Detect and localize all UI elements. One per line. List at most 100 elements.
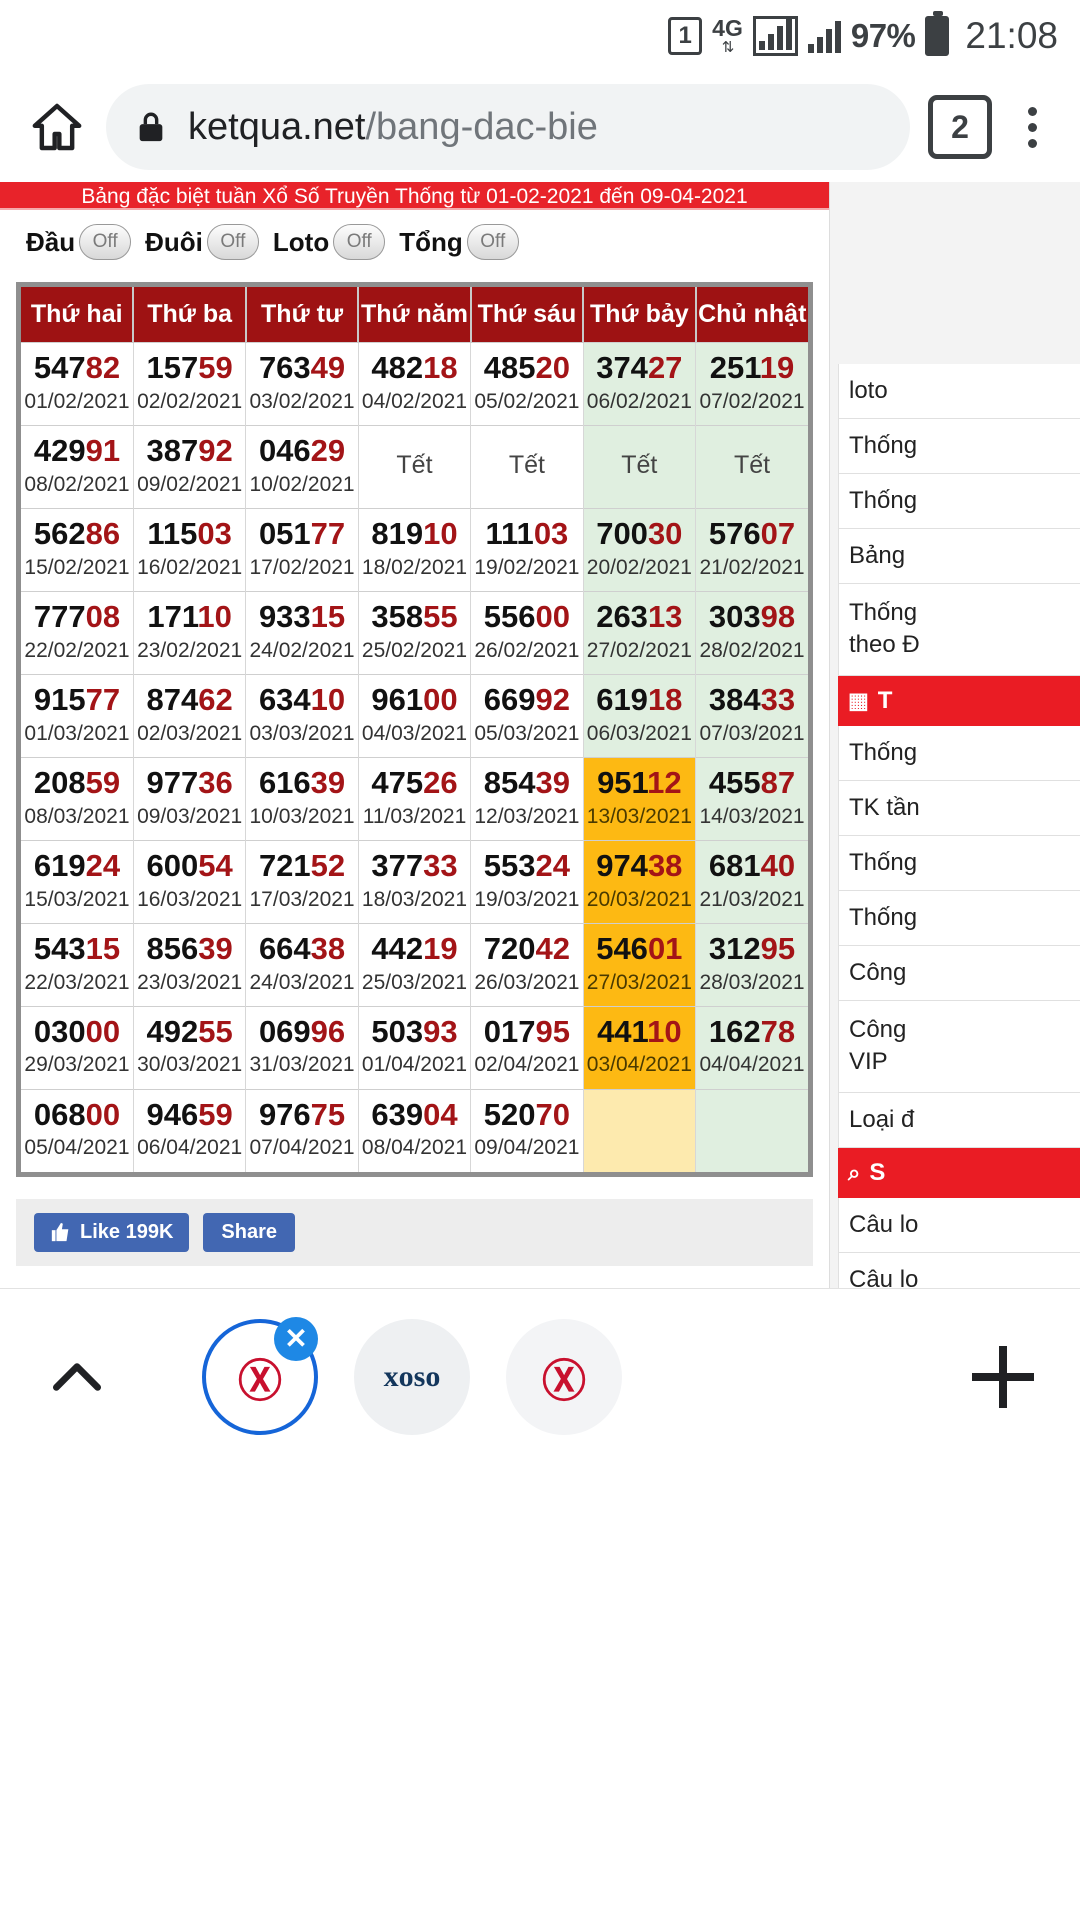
result-cell[interactable]: 70030 20/02/2021	[583, 507, 697, 592]
result-cell[interactable]: 63410 03/03/2021	[245, 673, 359, 758]
app-ketqua-active[interactable]: Ⓧ ✕	[202, 1316, 318, 1435]
result-cell[interactable]: 48520 05/02/2021	[470, 342, 584, 426]
result-cell[interactable]: 30398 28/02/2021	[695, 590, 808, 675]
result-cell[interactable]: 06800 05/04/2021	[21, 1088, 134, 1172]
result-cell[interactable]: 54315 22/03/2021	[21, 922, 134, 1007]
chevron-up-icon[interactable]	[46, 1346, 108, 1408]
result-cell[interactable]: 37427 06/02/2021	[583, 342, 697, 426]
result-cell[interactable]: 56286 15/02/2021	[21, 507, 134, 592]
result-cell[interactable]: 01795 02/04/2021	[470, 1005, 584, 1090]
result-cell[interactable]: 61918 06/03/2021	[583, 673, 697, 758]
result-cell[interactable]: 11103 19/02/2021	[470, 507, 584, 592]
result-cell[interactable]: 03000 29/03/2021	[21, 1005, 134, 1090]
sidebar-item-b6[interactable]: Loại đ	[838, 1092, 1080, 1148]
toggle-switch-tong[interactable]: Off	[466, 224, 519, 260]
result-cell[interactable]: 77708 22/02/2021	[21, 590, 134, 675]
result-cell[interactable]: 42991 08/02/2021	[21, 424, 134, 509]
sidebar-item-b5[interactable]: Công VIP	[838, 1000, 1080, 1093]
result-cell[interactable]: 04629 10/02/2021	[245, 424, 359, 509]
toggle-switch-dau[interactable]: Off	[79, 224, 132, 260]
result-cell[interactable]: 61639 10/03/2021	[245, 756, 359, 841]
result-cell[interactable]: 66438 24/03/2021	[245, 922, 359, 1007]
sidebar-item-a2[interactable]: Bảng	[838, 529, 1080, 584]
result-cell[interactable]: 97438 20/03/2021	[583, 839, 697, 924]
app-ketqua2[interactable]: Ⓧ	[506, 1318, 622, 1435]
result-cell[interactable]: 37733 18/03/2021	[358, 839, 472, 924]
sidebar-item-c0[interactable]: Câu lo	[838, 1197, 1080, 1253]
toggle-switch-loto[interactable]: Off	[333, 224, 386, 260]
result-cell[interactable]: 06996 31/03/2021	[245, 1005, 359, 1090]
result-cell[interactable]: 97736 09/03/2021	[133, 756, 247, 841]
facebook-share-button[interactable]: Share	[203, 1212, 295, 1252]
sidebar-item-a0[interactable]: Thống	[838, 419, 1080, 474]
result-cell[interactable]: 54782 01/02/2021	[21, 342, 134, 426]
result-cell[interactable]: 16278 04/04/2021	[695, 1005, 808, 1090]
result-cell[interactable]: 72152 17/03/2021	[245, 839, 359, 924]
result-cell[interactable]: 85439 12/03/2021	[470, 756, 584, 841]
result-cell[interactable]: Tết	[695, 424, 808, 509]
result-cell[interactable]: 15759 02/02/2021	[133, 342, 247, 426]
result-cell[interactable]: 48218 04/02/2021	[358, 342, 472, 426]
result-cell[interactable]: 26313 27/02/2021	[583, 590, 697, 675]
tab-counter-button[interactable]: 2	[928, 95, 992, 159]
result-cell[interactable]: Tết	[583, 424, 697, 509]
result-cell[interactable]: Tết	[358, 424, 472, 509]
sidebar-item-b4[interactable]: Công	[838, 945, 1080, 1001]
result-cell[interactable]: 95112 13/03/2021	[583, 756, 697, 841]
result-cell[interactable]: 57607 21/02/2021	[695, 507, 808, 592]
sidebar-item-loto[interactable]: loto	[838, 364, 1080, 419]
result-cell[interactable]: 38433 07/03/2021	[695, 673, 808, 758]
result-cell[interactable]: 55600 26/02/2021	[470, 590, 584, 675]
result-cell[interactable]: 68140 21/03/2021	[695, 839, 808, 924]
result-cell[interactable]: 61924 15/03/2021	[21, 839, 134, 924]
result-cell[interactable]: 94659 06/04/2021	[133, 1088, 247, 1172]
result-cell[interactable]: 44110 03/04/2021	[583, 1005, 697, 1090]
sidebar-item-b3[interactable]: Thống	[838, 890, 1080, 946]
result-cell[interactable]: 60054 16/03/2021	[133, 839, 247, 924]
result-cell[interactable]: Tết	[470, 424, 584, 509]
result-cell[interactable]	[695, 1088, 808, 1172]
sidebar-item-a3[interactable]: Thống theo Đ	[838, 584, 1080, 676]
result-cell[interactable]: 81910 18/02/2021	[358, 507, 472, 592]
result-cell[interactable]: 91577 01/03/2021	[21, 673, 134, 758]
result-cell[interactable]: 93315 24/02/2021	[245, 590, 359, 675]
result-cell[interactable]: 76349 03/02/2021	[245, 342, 359, 426]
address-bar[interactable]: ketqua.net/bang-dac-bie	[106, 84, 910, 170]
result-cell[interactable]: 50393 01/04/2021	[358, 1005, 472, 1090]
result-cell[interactable]: 49255 30/03/2021	[133, 1005, 247, 1090]
result-cell[interactable]: 38792 09/02/2021	[133, 424, 247, 509]
sidebar-item-b2[interactable]: Thống	[838, 835, 1080, 891]
result-cell[interactable]: 87462 02/03/2021	[133, 673, 247, 758]
sidebar-item-a1[interactable]: Thống	[838, 474, 1080, 529]
kebab-menu-icon[interactable]	[1010, 106, 1054, 148]
result-cell[interactable]: 17110 23/02/2021	[133, 590, 247, 675]
result-cell[interactable]: 55324 19/03/2021	[470, 839, 584, 924]
result-cell[interactable]: 54601 27/03/2021	[583, 922, 697, 1007]
result-cell[interactable]: 05177 17/02/2021	[245, 507, 359, 592]
result-cell[interactable]: 44219 25/03/2021	[358, 922, 472, 1007]
result-cell[interactable]: 97675 07/04/2021	[245, 1088, 359, 1172]
result-cell[interactable]: 45587 14/03/2021	[695, 756, 808, 841]
result-cell[interactable]: 20859 08/03/2021	[21, 756, 134, 841]
table-col-header-1: Thứ ba	[133, 287, 247, 343]
result-cell[interactable]: 47526 11/03/2021	[358, 756, 472, 841]
plus-icon[interactable]	[972, 1345, 1034, 1408]
facebook-like-button[interactable]: Like 199K	[34, 1212, 190, 1252]
result-cell[interactable]: 31295 28/03/2021	[695, 922, 808, 1007]
result-cell[interactable]: 66992 05/03/2021	[470, 673, 584, 758]
result-cell[interactable]: 35855 25/02/2021	[358, 590, 472, 675]
close-icon[interactable]: ✕	[274, 1316, 318, 1361]
result-cell[interactable]: 96100 04/03/2021	[358, 673, 472, 758]
result-cell[interactable]: 72042 26/03/2021	[470, 922, 584, 1007]
home-icon[interactable]	[26, 99, 88, 155]
app-xoso[interactable]: xoso	[354, 1318, 470, 1435]
result-cell[interactable]: 25119 07/02/2021	[695, 342, 808, 426]
sidebar-item-b0[interactable]: Thống	[838, 725, 1080, 781]
result-cell[interactable]: 85639 23/03/2021	[133, 922, 247, 1007]
result-cell[interactable]: 52070 09/04/2021	[470, 1088, 584, 1172]
result-cell[interactable]: 11503 16/02/2021	[133, 507, 247, 592]
result-cell[interactable]: 63904 08/04/2021	[358, 1088, 472, 1172]
sidebar-item-b1[interactable]: TK tần	[838, 780, 1080, 836]
toggle-switch-duoi[interactable]: Off	[206, 224, 259, 260]
result-cell[interactable]	[583, 1088, 697, 1172]
